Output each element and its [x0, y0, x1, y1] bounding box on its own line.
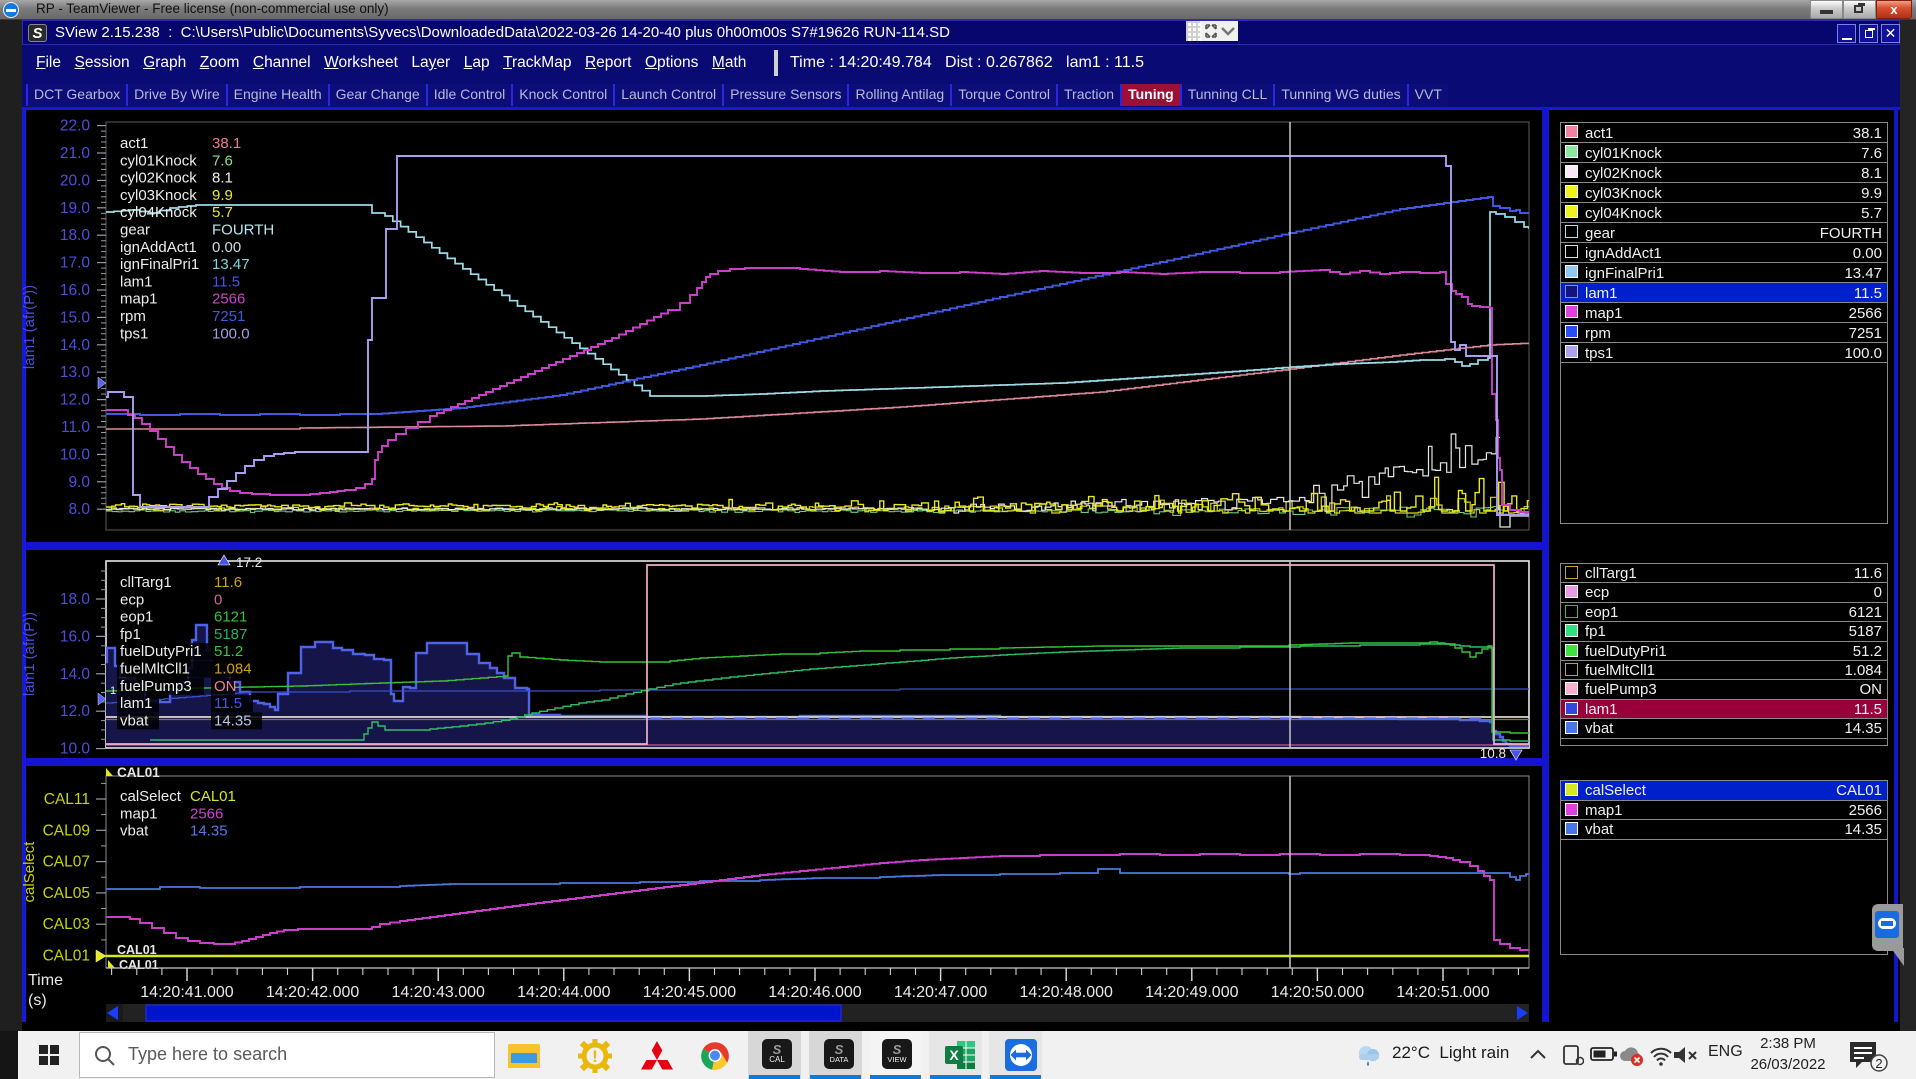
svg-text:cllTarg1: cllTarg1 [120, 574, 172, 591]
svg-text:10.0: 10.0 [60, 446, 91, 463]
svg-text:17.2: 17.2 [236, 555, 262, 570]
svg-text:6121: 6121 [214, 609, 247, 626]
svg-text:0: 0 [214, 591, 222, 608]
svg-text:12.0: 12.0 [60, 392, 91, 409]
svg-text:cyl03Knock: cyl03Knock [120, 187, 197, 204]
svg-text:14:20:51.000: 14:20:51.000 [1396, 984, 1490, 1001]
svg-text:18.0: 18.0 [60, 591, 91, 608]
svg-text:ON: ON [214, 678, 237, 695]
svg-text:15.0: 15.0 [60, 309, 91, 326]
svg-text:fuelDutyPri1: fuelDutyPri1 [120, 643, 202, 660]
svg-text:lam1: lam1 [120, 695, 153, 712]
svg-text:14:20:47.000: 14:20:47.000 [894, 984, 988, 1001]
svg-text:38.1: 38.1 [212, 135, 241, 152]
svg-text:14:20:41.000: 14:20:41.000 [140, 984, 234, 1001]
svg-text:CAL01: CAL01 [119, 958, 159, 972]
svg-text:ignFinalPri1: ignFinalPri1 [120, 256, 199, 273]
svg-text:vbat: vbat [120, 823, 149, 840]
svg-text:Time: Time [28, 972, 63, 989]
svg-text:2: 2 [1875, 1056, 1882, 1071]
svg-text:!: ! [592, 1047, 598, 1066]
svg-text:11.5: 11.5 [214, 695, 242, 712]
svg-text:14:20:42.000: 14:20:42.000 [266, 984, 360, 1001]
svg-text:14:20:46.000: 14:20:46.000 [768, 984, 862, 1001]
svg-text:19.0: 19.0 [60, 200, 91, 217]
svg-text:2566: 2566 [212, 291, 245, 308]
svg-text:1.084: 1.084 [214, 661, 252, 678]
svg-text:eop1: eop1 [120, 609, 153, 626]
svg-text:rpm: rpm [120, 308, 146, 325]
svg-text:ecp: ecp [120, 591, 144, 608]
svg-text:11.5: 11.5 [212, 273, 240, 290]
svg-text:cyl04Knock: cyl04Knock [120, 204, 197, 221]
svg-text:14.0: 14.0 [60, 666, 91, 683]
svg-text:CAL01: CAL01 [43, 948, 90, 965]
svg-text:calSelect: calSelect [120, 788, 182, 805]
svg-text:calSelect: calSelect [21, 841, 38, 903]
svg-text:CAL01: CAL01 [190, 788, 236, 805]
svg-text:2566: 2566 [190, 805, 223, 822]
svg-text:cyl01Knock: cyl01Knock [120, 152, 197, 169]
svg-text:14:20:44.000: 14:20:44.000 [517, 984, 611, 1001]
svg-text:7.6: 7.6 [212, 152, 233, 169]
svg-text:14:20:48.000: 14:20:48.000 [1019, 984, 1113, 1001]
svg-text:CAL01: CAL01 [117, 943, 157, 957]
svg-text:map1: map1 [120, 291, 158, 308]
svg-text:lam1: lam1 [120, 273, 153, 290]
svg-text:5187: 5187 [214, 626, 247, 643]
svg-text:cyl02Knock: cyl02Knock [120, 170, 197, 187]
svg-text:12.0: 12.0 [60, 703, 91, 720]
svg-text:fp1: fp1 [120, 626, 141, 643]
svg-text:fuelMltCll1: fuelMltCll1 [120, 661, 190, 678]
svg-text:act1: act1 [120, 135, 148, 152]
svg-text:map1: map1 [120, 805, 158, 822]
svg-text:CAL05: CAL05 [43, 885, 90, 902]
svg-text:X: X [949, 1047, 959, 1063]
svg-text:CAL11: CAL11 [44, 791, 90, 808]
svg-text:lam1 (afr(P)): lam1 (afr(P)) [21, 612, 38, 696]
svg-text:9.0: 9.0 [68, 474, 90, 491]
svg-text:18.0: 18.0 [60, 227, 91, 244]
svg-text:22.0: 22.0 [60, 118, 91, 135]
svg-text:tps1: tps1 [120, 325, 148, 342]
svg-text:14:20:43.000: 14:20:43.000 [391, 984, 485, 1001]
svg-text:8.1: 8.1 [212, 170, 233, 187]
svg-text:100.0: 100.0 [212, 325, 250, 342]
svg-text:10.0: 10.0 [60, 741, 91, 758]
svg-text:21.0: 21.0 [60, 145, 91, 162]
svg-text:(s): (s) [28, 992, 47, 1009]
svg-text:gear: gear [120, 222, 150, 239]
svg-text:13.0: 13.0 [60, 364, 91, 381]
svg-text:8.0: 8.0 [68, 501, 90, 518]
svg-text:17.0: 17.0 [60, 255, 91, 272]
svg-text:14.0: 14.0 [60, 337, 91, 354]
svg-text:7251: 7251 [212, 308, 245, 325]
svg-text:fuelPump3: fuelPump3 [120, 678, 192, 695]
svg-text:5.7: 5.7 [212, 204, 233, 221]
svg-text:14:20:49.000: 14:20:49.000 [1145, 984, 1239, 1001]
svg-text:16.0: 16.0 [60, 628, 91, 645]
svg-text:CAL09: CAL09 [43, 822, 90, 839]
svg-text:11.6: 11.6 [214, 574, 242, 591]
svg-text:ignAddAct1: ignAddAct1 [120, 239, 197, 256]
svg-text:11.0: 11.0 [61, 419, 90, 436]
svg-text:14:20:50.000: 14:20:50.000 [1271, 984, 1365, 1001]
svg-text:FOURTH: FOURTH [212, 222, 274, 239]
svg-text:14.35: 14.35 [190, 823, 228, 840]
svg-text:0.00: 0.00 [212, 239, 241, 256]
svg-text:9.9: 9.9 [212, 187, 233, 204]
svg-text:vbat: vbat [120, 712, 149, 729]
svg-text:14.35: 14.35 [214, 712, 252, 729]
svg-text:51.2: 51.2 [214, 643, 243, 660]
svg-text:13.47: 13.47 [212, 256, 250, 273]
svg-text:20.0: 20.0 [60, 172, 91, 189]
svg-text:CAL01: CAL01 [117, 765, 160, 780]
svg-text:10.8: 10.8 [1480, 746, 1506, 761]
svg-text:CAL03: CAL03 [43, 916, 90, 933]
svg-text:1: 1 [110, 685, 116, 697]
svg-text:lam1 (afr(P)): lam1 (afr(P)) [21, 285, 38, 369]
svg-text:CAL07: CAL07 [43, 854, 90, 871]
svg-text:16.0: 16.0 [60, 282, 91, 299]
svg-text:14:20:45.000: 14:20:45.000 [643, 984, 737, 1001]
